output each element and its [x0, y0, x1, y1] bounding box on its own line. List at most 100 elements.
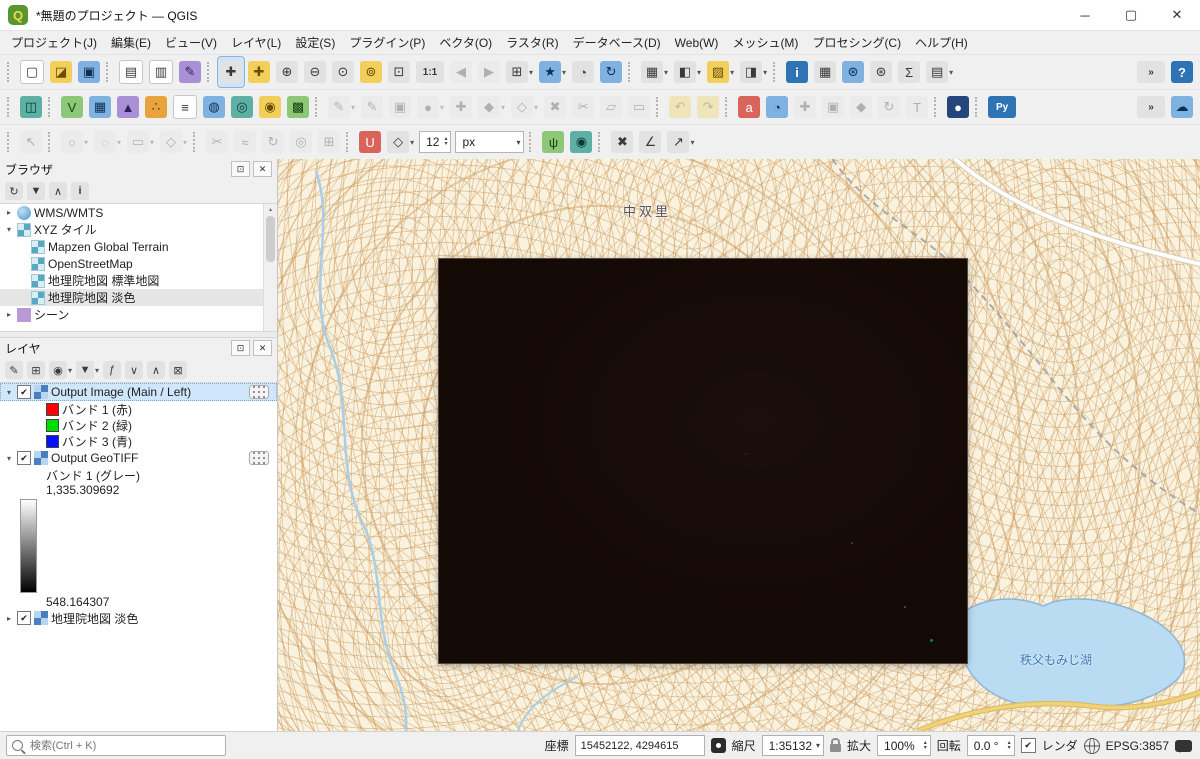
panel-splitter[interactable]	[0, 331, 277, 338]
browser-properties[interactable]: i	[70, 181, 90, 201]
show-spatial-bookmarks-dropdown[interactable]: ▾	[562, 68, 566, 77]
new-map-view[interactable]: ⊞ ▾	[504, 57, 535, 87]
add-raster-layer[interactable]: ▦	[87, 92, 113, 122]
expand-all[interactable]: ∨	[124, 360, 144, 380]
layer-indicator-badge[interactable]	[249, 451, 269, 465]
layer-item[interactable]: ▸ ✔ 地理院地図 淡色	[0, 609, 277, 627]
toolbar-grip[interactable]	[7, 97, 14, 117]
toolbar-overflow-1[interactable]: »	[1135, 57, 1167, 87]
browser-filter[interactable]: ▼	[26, 181, 46, 201]
pointer-tool-dropdown[interactable]: ▾	[690, 138, 694, 147]
maximize-button[interactable]: ▢	[1108, 0, 1154, 30]
copy-layer-style-dropdown[interactable]: ▾	[730, 68, 734, 77]
tree-arrow-icon[interactable]: ▸	[4, 310, 14, 319]
browser-float-button[interactable]: ⊡	[231, 161, 250, 177]
toolbar-grip[interactable]	[773, 62, 780, 82]
python-console[interactable]: Py	[986, 92, 1018, 122]
menu-database[interactable]: データベース(D)	[566, 31, 668, 54]
digitize-with-segment-dropdown[interactable]: ▾	[440, 103, 444, 112]
move-feature-dropdown[interactable]: ▾	[501, 103, 505, 112]
digitize-circle-dropdown[interactable]: ▾	[84, 138, 88, 147]
layer-diagrams[interactable]: ◔	[764, 92, 790, 122]
browser-item[interactable]: Mapzen Global Terrain	[0, 238, 264, 255]
menu-plugins[interactable]: プラグイン(P)	[342, 31, 432, 54]
filter-by-expression[interactable]: ƒ	[102, 360, 122, 380]
help-contents[interactable]: ?	[1169, 57, 1195, 87]
identify-features[interactable]: i	[784, 57, 810, 87]
toolbar-grip[interactable]	[207, 62, 214, 82]
browser-item[interactable]: 地理院地図 淡色	[0, 289, 264, 306]
layer-item[interactable]: ▾ ✔ Output GeoTIFF	[0, 449, 277, 467]
tree-arrow-icon[interactable]: ▾	[4, 454, 14, 463]
spinner-arrows-icon[interactable]: ▴ ▾	[924, 740, 927, 751]
add-spatialite-layer[interactable]: ◎	[229, 92, 255, 122]
add-vector-layer[interactable]: V	[59, 92, 85, 122]
layer-indicator-badge[interactable]	[249, 385, 269, 399]
open-project[interactable]: ◪	[48, 57, 74, 87]
toolbar-grip[interactable]	[975, 97, 982, 117]
pan-to-selection[interactable]: ✚	[246, 57, 272, 87]
toolbar-grip[interactable]	[315, 97, 322, 117]
new-3d-map-view-dropdown[interactable]: ▾	[664, 68, 668, 77]
open-attribute-table[interactable]: ▦	[812, 57, 838, 87]
manage-panels-dropdown[interactable]: ▾	[949, 68, 953, 77]
browser-item[interactable]: ▾ XYZ タイル	[0, 221, 264, 238]
metasearch[interactable]: ●	[945, 92, 971, 122]
layer-item[interactable]: ▾ ✔ Output Image (Main / Left)	[0, 383, 277, 401]
layer-band[interactable]: バンド 1 (赤)	[0, 401, 277, 417]
toolbar-grip[interactable]	[193, 132, 200, 152]
collapse-all[interactable]: ∧	[146, 360, 166, 380]
browser-item[interactable]: 地理院地図 標準地図	[0, 272, 264, 289]
options[interactable]: ⊛	[840, 57, 866, 87]
minimize-button[interactable]: ─	[1062, 0, 1108, 30]
layout-manager[interactable]: ▥	[147, 57, 175, 87]
snapping-mode-dropdown[interactable]: ▾	[410, 138, 414, 147]
menu-help[interactable]: ヘルプ(H)	[908, 31, 975, 54]
manage-panels[interactable]: ▤ ▾	[924, 57, 955, 87]
toolbar-grip[interactable]	[529, 132, 536, 152]
data-source-manager[interactable]: ◫	[18, 92, 44, 122]
new-map-view-dropdown[interactable]: ▾	[529, 68, 533, 77]
menu-project[interactable]: プロジェクト(J)	[4, 31, 104, 54]
spin-down-icon[interactable]: ▾	[924, 745, 927, 751]
digitize-ellipse-dropdown[interactable]: ▾	[117, 138, 121, 147]
style-manager[interactable]: ✎	[177, 57, 203, 87]
toolbar-grip[interactable]	[106, 62, 113, 82]
copy-layer-style[interactable]: ▨ ▾	[705, 57, 736, 87]
new-print-layout[interactable]: ▤	[117, 57, 145, 87]
layer-checkbox[interactable]: ✔	[17, 385, 31, 399]
zoom-native[interactable]: 1:1	[414, 57, 446, 87]
menu-raster[interactable]: ラスタ(R)	[499, 31, 565, 54]
scroll-up-icon[interactable]: ▴	[269, 204, 272, 214]
toolbar-overflow-2[interactable]: »	[1135, 92, 1167, 122]
messages-icon[interactable]	[1175, 739, 1192, 753]
enable-snapping[interactable]: U	[357, 127, 383, 157]
scale-combobox[interactable]: 1:35132 ▾	[761, 735, 825, 756]
filter-legend[interactable]: ▼ ▾	[75, 360, 100, 380]
layer-band[interactable]: バンド 3 (青)	[0, 433, 277, 449]
azimuth-tool[interactable]: ∠	[637, 127, 663, 157]
browser-close-button[interactable]: ✕	[253, 161, 272, 177]
snapping-tolerance-spinner-icon[interactable]: ▴ ▾	[444, 136, 447, 147]
add-delimited-text-layer[interactable]: ≡	[171, 92, 199, 122]
show-spatial-bookmarks[interactable]: ★ ▾	[537, 57, 568, 87]
open-layer-styling[interactable]: ✎	[4, 360, 24, 380]
tree-arrow-icon[interactable]: ▾	[4, 388, 14, 397]
toolbar-grip[interactable]	[934, 97, 941, 117]
menu-mesh[interactable]: メッシュ(M)	[725, 31, 805, 54]
browser-refresh[interactable]: ↻	[4, 181, 24, 201]
zoom-out[interactable]: ⊖	[302, 57, 328, 87]
menu-edit[interactable]: 編集(E)	[104, 31, 158, 54]
locator-input[interactable]	[28, 738, 220, 753]
new-3d-map-view[interactable]: ▦ ▾	[639, 57, 670, 87]
digitize-rectangle-dropdown[interactable]: ▾	[150, 138, 154, 147]
toolbar-grip[interactable]	[7, 132, 14, 152]
zoom-to-selection[interactable]: ⊚	[358, 57, 384, 87]
enable-tracing[interactable]: ψ	[540, 127, 566, 157]
project-styles[interactable]: ◨ ▾	[738, 57, 769, 87]
add-postgis-layer[interactable]: ◍	[201, 92, 227, 122]
magnifier-spinbox[interactable]: 100% ▴ ▾	[877, 735, 931, 756]
spinner-arrows-icon[interactable]: ▴ ▾	[1008, 740, 1011, 751]
menu-web[interactable]: Web(W)	[668, 33, 726, 53]
layers-float-button[interactable]: ⊡	[231, 340, 250, 356]
